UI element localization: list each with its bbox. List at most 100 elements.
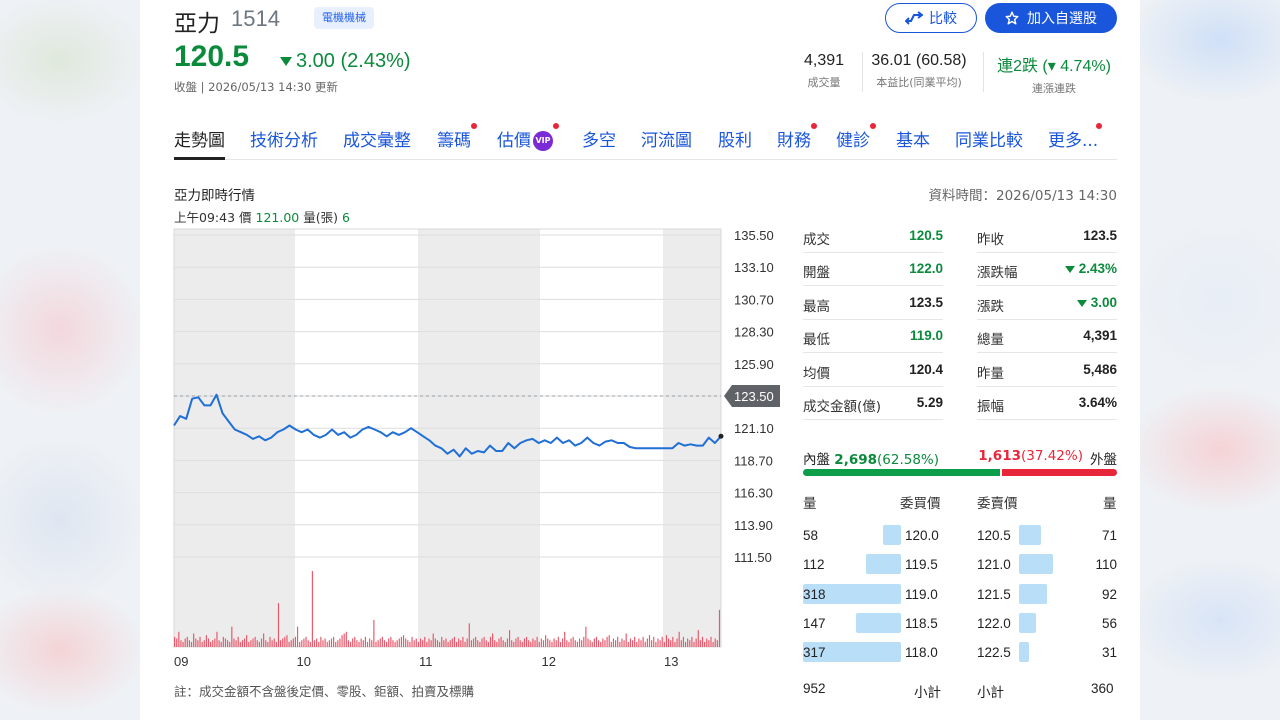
volume-bar — [443, 640, 445, 647]
volume-bar — [631, 640, 634, 647]
volume-bar — [313, 640, 316, 647]
volume-bar — [375, 641, 377, 647]
volume-bar — [207, 638, 210, 647]
compare-icon — [905, 11, 923, 25]
volume-bar — [394, 641, 396, 647]
volume-bar — [653, 636, 655, 647]
ask-price[interactable]: 120.5 — [977, 528, 1011, 543]
ob-head-ask: 委賣價 — [977, 496, 1018, 512]
outer-value: 1,613 — [978, 448, 1021, 464]
bid-volume: 318 — [803, 587, 826, 602]
stat-volume: 4,391 成交量 — [796, 52, 852, 90]
volume-bar — [553, 638, 555, 647]
quote-value: 5,486 — [1083, 362, 1117, 377]
volume-bar — [678, 631, 680, 647]
volume-bar — [280, 640, 282, 647]
bid-price[interactable]: 119.5 — [905, 557, 938, 572]
tab-health[interactable]: 健診 — [836, 123, 876, 160]
bid-volume-bar — [866, 554, 901, 574]
volume-bar — [602, 638, 604, 647]
volume-bar — [428, 638, 430, 647]
volume-bar — [585, 626, 587, 647]
volume-bar — [436, 640, 439, 647]
compare-button[interactable]: 比較 — [885, 3, 977, 33]
quote-row: 昨收 123.5 — [977, 220, 1117, 253]
volume-bar — [716, 640, 718, 647]
quote-value-text: 4,391 — [1083, 328, 1117, 344]
tab-more[interactable]: 更多... — [1048, 123, 1103, 160]
ask-total-label: 小計 — [977, 685, 1004, 700]
volume-bar — [689, 640, 691, 647]
x-tick-label: 13 — [664, 654, 678, 669]
bid-price[interactable]: 118.5 — [905, 616, 938, 631]
volume-bar — [695, 638, 697, 647]
ask-price[interactable]: 121.0 — [977, 557, 1011, 572]
volume-bar — [453, 636, 456, 647]
volume-bar — [542, 640, 545, 647]
volume-bar — [290, 640, 292, 647]
y-tick-label: 121.10 — [734, 421, 774, 436]
quote-value-text: 5.29 — [916, 395, 943, 410]
notification-dot — [811, 123, 817, 129]
bid-price[interactable]: 118.0 — [905, 645, 938, 660]
y-tick-label: 133.10 — [734, 260, 774, 275]
volume-bar — [634, 636, 636, 647]
last-price-dot — [718, 433, 724, 439]
ask-price[interactable]: 121.5 — [977, 587, 1011, 602]
bid-price[interactable]: 120.0 — [905, 528, 939, 543]
quote-row: 開盤 122.0 — [803, 253, 943, 287]
ask-price[interactable]: 122.5 — [977, 645, 1011, 660]
volume-bar — [523, 638, 525, 647]
ask-volume: 31 — [1101, 645, 1117, 660]
add-watchlist-button[interactable]: 加入自選股 — [985, 3, 1117, 33]
ask-price[interactable]: 122.0 — [977, 616, 1011, 631]
intraday-chart[interactable]: 135.50 133.10 130.70 128.30 125.90 121.10 118.… — [140, 0, 800, 680]
volume-bar — [263, 633, 265, 647]
y-tick-label: 111.50 — [734, 550, 772, 565]
y-tick-label: 125.90 — [734, 357, 774, 372]
volume-bar — [214, 638, 216, 647]
volume-bar — [233, 638, 235, 647]
tab-peer-compare[interactable]: 同業比較 — [955, 126, 1023, 160]
y-tick-label: 135.50 — [734, 228, 774, 243]
volume-bar — [506, 638, 509, 647]
quote-value-text: 120.4 — [909, 361, 943, 377]
volume-bar — [578, 638, 581, 647]
volume-bar — [591, 641, 593, 647]
volume-bar — [398, 638, 400, 647]
volume-bar — [328, 640, 330, 647]
ob-head-vol: 量 — [803, 496, 817, 512]
volume-bar — [682, 636, 685, 647]
volume-bar — [294, 636, 297, 647]
volume-bar — [466, 638, 468, 647]
volume-bar — [619, 641, 621, 647]
volume-bar — [383, 640, 386, 647]
bid-price[interactable]: 119.0 — [905, 587, 938, 602]
volume-bar — [252, 638, 254, 647]
tab-basic[interactable]: 基本 — [896, 126, 930, 160]
bid-volume: 147 — [803, 616, 826, 631]
volume-bar — [593, 638, 595, 647]
volume-bar — [402, 635, 405, 647]
volume-bar — [508, 630, 511, 647]
volume-bar — [646, 638, 648, 647]
quote-label: 成交 — [803, 232, 830, 248]
volume-bar — [193, 633, 195, 647]
volume-bar — [439, 641, 441, 647]
volume-bar — [629, 638, 631, 647]
volume-bar — [305, 636, 307, 647]
inner-label: 內盤 — [803, 452, 830, 468]
volume-bar — [674, 641, 676, 647]
volume-bar — [464, 641, 466, 647]
volume-bar — [667, 638, 670, 647]
volume-bar — [197, 640, 199, 647]
volume-bar — [511, 640, 513, 647]
volume-bar — [307, 640, 309, 647]
volume-bar — [396, 640, 398, 647]
volume-bar — [212, 640, 214, 647]
quote-row: 漲跌 3.00 — [977, 287, 1117, 320]
volume-bar — [371, 640, 373, 647]
volume-bar — [354, 636, 356, 647]
volume-bar — [188, 640, 191, 647]
volume-bar — [409, 641, 411, 647]
